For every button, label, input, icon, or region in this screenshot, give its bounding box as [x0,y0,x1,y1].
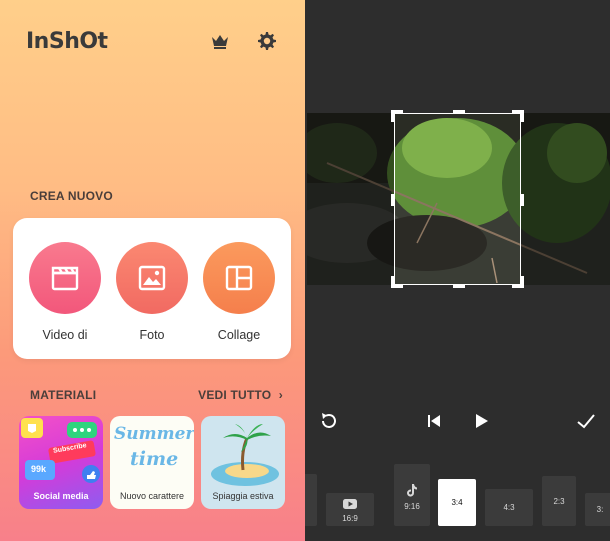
create-collage-button[interactable]: Collage [203,242,275,342]
image-icon [138,265,166,291]
summer-art-text: Summer [114,424,194,444]
ratio-option-16-9[interactable]: 16:9 [326,493,374,526]
crop-handle-top-mid[interactable] [453,110,465,113]
crop-handle-top-right-v[interactable] [521,110,524,122]
crop-mask-right [521,113,610,285]
crop-handle-top-left-v[interactable] [391,110,394,122]
ratio-label: 16:9 [342,514,358,523]
crop-handle-bottom-right-v[interactable] [521,276,524,288]
create-photo-button[interactable]: Foto [116,242,188,342]
ratio-label: 2:3 [553,497,565,506]
create-video-button[interactable]: Video di [29,242,101,342]
play-icon[interactable] [470,410,492,432]
material-new-font[interactable]: Summer time Nuovo carattere [110,416,194,509]
chevron-right-icon: › [278,388,283,402]
ratio-option-2-3[interactable]: 2:3 [542,476,576,526]
create-video-label: Video di [42,328,88,342]
create-photo-label: Foto [139,328,165,342]
time-art-text: time [130,448,179,470]
ratio-label: 3:4 [451,498,463,507]
ratio-option-4-3[interactable]: 4:3 [485,489,533,526]
ratio-option-3-4[interactable]: 3:4 [438,479,476,526]
count-sticker: 99k [31,464,47,474]
app-logo: InShOt [26,29,108,54]
crop-handle-bottom-mid[interactable] [453,285,465,288]
see-all-label: VEDI TUTTO [198,388,272,402]
material-social-media[interactable]: Subscribe 99k Social media [19,416,103,509]
crown-icon[interactable] [210,31,230,51]
ratio-option-9-16[interactable]: 9:16 [394,464,430,526]
crop-handle-left-mid[interactable] [391,194,394,206]
material-summer-beach-label: Spiaggia estiva [212,491,274,501]
collage-icon [225,265,253,291]
tiktok-icon [407,484,417,497]
ratio-option-partial[interactable] [305,474,317,526]
ratio-option-partial-right[interactable]: 3: [585,493,610,526]
see-all-link[interactable]: VEDI TUTTO › [198,388,283,402]
clapperboard-icon [51,266,79,291]
material-summer-beach[interactable]: Spiaggia estiva [201,416,285,509]
rotate-reset-icon[interactable] [318,410,340,432]
materials-section-title: MATERIALI [30,388,97,402]
ratio-label: 3: [596,505,604,514]
crop-editor: 16:9 9:16 3:4 4:3 2:3 3: [305,0,610,541]
skip-back-icon[interactable] [423,410,445,432]
create-section-title: CREA NUOVO [30,189,113,203]
ratio-label: 9:16 [404,502,420,511]
youtube-icon [343,499,357,509]
ratio-label: 4:3 [503,503,515,512]
crop-mask-left [307,113,394,285]
video-circle [29,242,101,314]
create-card: Video di Foto Collage [13,218,291,359]
check-icon[interactable] [575,410,597,432]
material-social-media-label: Social media [33,491,89,501]
gear-icon[interactable] [257,31,277,51]
photo-circle [116,242,188,314]
crop-frame[interactable] [391,110,524,288]
material-new-font-label: Nuovo carattere [119,491,185,501]
home-screen: InShOt CREA NUOVO Video di Foto Collage … [0,0,305,541]
crop-handle-right-mid[interactable] [521,194,524,206]
create-collage-label: Collage [217,328,261,342]
crop-handle-bottom-left-v[interactable] [391,276,394,288]
collage-circle [203,242,275,314]
